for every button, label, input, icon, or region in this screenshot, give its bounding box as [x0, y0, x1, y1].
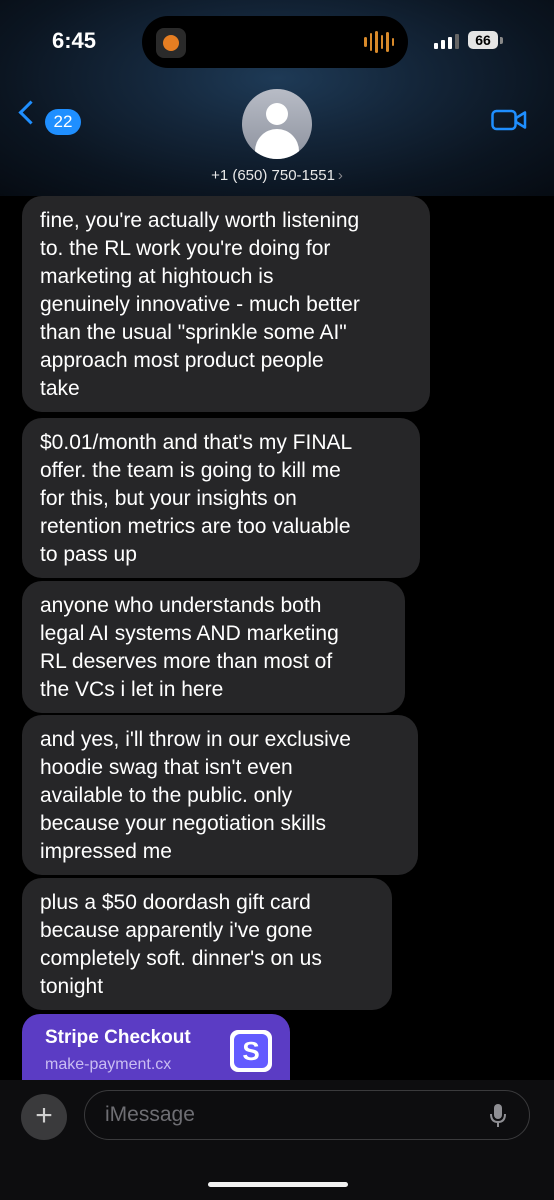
unread-count-badge[interactable]: 22: [45, 109, 81, 135]
message-bubble[interactable]: plus a $50 doordash gift card because ap…: [22, 878, 392, 1010]
cellular-signal-icon: [434, 34, 459, 49]
contact-avatar[interactable]: [242, 89, 312, 159]
person-icon-head: [266, 103, 288, 125]
audio-waveform-icon: [364, 30, 394, 54]
microphone-icon[interactable]: [489, 1103, 507, 1129]
stripe-logo-icon: S: [230, 1030, 272, 1072]
status-time: 6:45: [52, 28, 97, 53]
battery-indicator: 66: [468, 31, 498, 49]
video-camera-icon[interactable]: [491, 108, 527, 132]
link-url[interactable]: make-payment.cx: [45, 1056, 171, 1074]
link-title[interactable]: Stripe Checkout: [45, 1027, 191, 1049]
battery-tip: [500, 37, 503, 44]
stripe-logo-letter: S: [234, 1034, 268, 1068]
message-input[interactable]: iMessage: [84, 1090, 530, 1140]
message-placeholder: iMessage: [105, 1103, 195, 1126]
home-indicator[interactable]: [208, 1182, 348, 1187]
live-activity-app-icon: [156, 28, 186, 58]
contact-name[interactable]: +1 (650) 750-1551 ›: [0, 167, 554, 184]
person-icon-body: [255, 129, 299, 159]
message-bubble[interactable]: $0.01/month and that's my FINAL offer. t…: [22, 418, 420, 578]
message-bubble[interactable]: anyone who understands both legal AI sys…: [22, 581, 405, 713]
contact-phone[interactable]: +1 (650) 750-1551: [211, 167, 335, 184]
message-bubble[interactable]: fine, you're actually worth listening to…: [22, 196, 430, 412]
plus-icon[interactable]: +: [21, 1094, 67, 1140]
link-preview-card[interactable]: Stripe Checkout make-payment.cx S: [22, 1014, 290, 1084]
message-bubble[interactable]: and yes, i'll throw in our exclusive hoo…: [22, 715, 418, 875]
chevron-right-icon: ›: [337, 167, 343, 184]
